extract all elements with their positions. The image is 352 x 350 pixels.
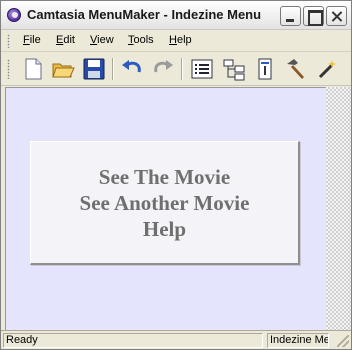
status-project-name: Indezine Me bbox=[267, 333, 329, 348]
toolbar-separator bbox=[181, 58, 183, 80]
menu-file[interactable]: File bbox=[23, 34, 41, 46]
toolbar-grip-handle[interactable] bbox=[7, 59, 10, 79]
properties-icon[interactable] bbox=[252, 56, 278, 82]
tree-structure-icon[interactable] bbox=[221, 56, 247, 82]
maximize-button[interactable] bbox=[303, 6, 324, 26]
save-disk-icon[interactable] bbox=[81, 56, 107, 82]
menu-view[interactable]: View bbox=[90, 34, 114, 46]
hammer-build-icon[interactable] bbox=[282, 56, 308, 82]
menu-help[interactable]: Help bbox=[169, 34, 192, 46]
app-window: Camtasia MenuMaker - Indezine Menu File … bbox=[0, 0, 352, 350]
magic-wand-icon[interactable] bbox=[314, 56, 340, 82]
toolbar bbox=[1, 52, 351, 86]
menu-preview-panel[interactable]: See The Movie See Another Movie Help bbox=[30, 141, 300, 265]
menu-entry-help[interactable]: Help bbox=[31, 216, 298, 242]
menu-entry-see-the-movie[interactable]: See The Movie bbox=[31, 164, 298, 190]
redo-icon[interactable] bbox=[150, 56, 176, 82]
new-document-icon[interactable] bbox=[20, 56, 46, 82]
menu-list-icon[interactable] bbox=[189, 56, 215, 82]
undo-icon[interactable] bbox=[119, 56, 145, 82]
menu-entry-see-another-movie[interactable]: See Another Movie bbox=[31, 190, 298, 216]
status-text: Ready bbox=[3, 333, 263, 348]
window-title: Camtasia MenuMaker - Indezine Menu bbox=[27, 7, 262, 22]
open-folder-icon[interactable] bbox=[50, 56, 76, 82]
resize-grip-icon[interactable] bbox=[337, 335, 349, 347]
minimize-button[interactable] bbox=[280, 6, 301, 26]
vertical-scroll-area[interactable] bbox=[326, 87, 351, 330]
menu-tools[interactable]: Tools bbox=[128, 34, 154, 46]
status-bar: Ready Indezine Me bbox=[1, 330, 351, 349]
camtasia-app-icon[interactable] bbox=[7, 8, 21, 22]
toolbar-separator bbox=[112, 58, 114, 80]
close-button[interactable] bbox=[326, 6, 347, 26]
menubar-grip-handle[interactable] bbox=[7, 34, 10, 48]
menu-edit[interactable]: Edit bbox=[56, 34, 75, 46]
menu-bar: File Edit View Tools Help bbox=[1, 30, 351, 52]
title-bar[interactable]: Camtasia MenuMaker - Indezine Menu bbox=[1, 1, 351, 30]
